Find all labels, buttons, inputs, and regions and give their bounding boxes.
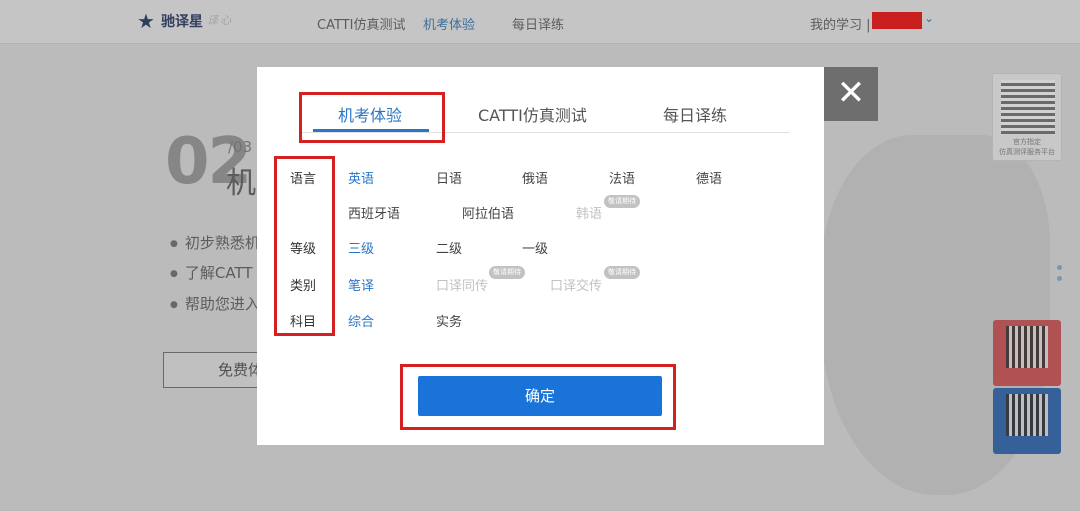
label-subject: 科目 [290, 315, 317, 330]
label-category: 类别 [290, 279, 317, 294]
option-english[interactable]: 英语 [348, 168, 374, 187]
tab-daily-practice[interactable]: 每日译练 [663, 102, 727, 126]
tab-catti-simulation[interactable]: CATTI仿真测试 [478, 102, 587, 126]
option-comprehensive[interactable]: 综合 [348, 311, 374, 330]
coming-soon-badge: 敬请期待 [489, 266, 525, 279]
option-consecutive-interpretation: 口译交传 [550, 279, 603, 294]
option-korean: 韩语 [576, 207, 603, 222]
option-level-3[interactable]: 三级 [348, 238, 374, 257]
option-level-1[interactable]: 一级 [522, 238, 548, 257]
confirm-button[interactable]: 确定 [418, 376, 662, 416]
label-language: 语言 [290, 172, 317, 187]
option-simultaneous-interpretation: 口译同传 [436, 279, 489, 294]
highlight-box-tab [299, 92, 445, 143]
option-russian[interactable]: 俄语 [522, 168, 548, 187]
close-icon[interactable]: ✕ [824, 67, 878, 121]
coming-soon-badge: 敬请期待 [604, 266, 640, 279]
coming-soon-badge: 敬请期待 [604, 195, 640, 208]
option-german[interactable]: 德语 [696, 168, 722, 187]
option-spanish[interactable]: 西班牙语 [348, 203, 400, 222]
option-practice[interactable]: 实务 [436, 311, 462, 330]
option-written-translation[interactable]: 笔译 [348, 275, 374, 294]
option-japanese[interactable]: 日语 [436, 168, 462, 187]
option-level-2[interactable]: 二级 [436, 238, 462, 257]
option-arabic[interactable]: 阿拉伯语 [462, 203, 514, 222]
label-level: 等级 [290, 242, 317, 257]
option-french[interactable]: 法语 [609, 168, 635, 187]
